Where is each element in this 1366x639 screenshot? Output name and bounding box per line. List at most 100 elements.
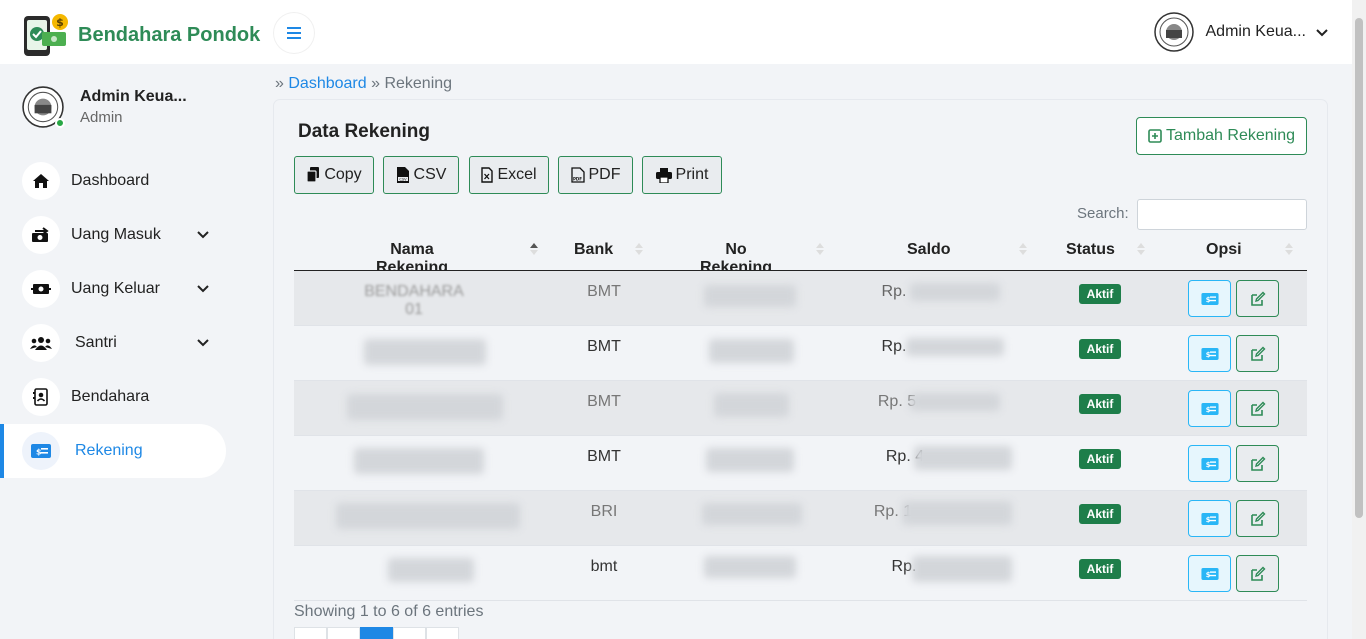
cell-no-rekening-redacted <box>706 448 794 472</box>
svg-text:$: $ <box>1205 571 1210 579</box>
money-out-icon <box>22 270 60 308</box>
page-scrollbar[interactable] <box>1352 0 1366 639</box>
cell-no-rekening-redacted <box>702 503 802 525</box>
chevron-down-icon <box>197 339 209 347</box>
pagination-first[interactable] <box>294 627 327 639</box>
edit-button[interactable] <box>1236 500 1279 537</box>
column-header-bank[interactable]: Bank <box>574 241 613 259</box>
menu-toggle-button[interactable] <box>274 13 314 53</box>
hamburger-icon <box>287 27 301 39</box>
sidebar-item-uang-keluar[interactable]: Uang Keluar <box>0 262 250 316</box>
search-label: Search: <box>1077 205 1129 222</box>
edit-icon <box>1250 346 1265 361</box>
breadcrumb-current: Rekening <box>384 75 453 92</box>
profile-name: Admin Keua... <box>80 88 187 105</box>
csv-label: CSV <box>413 166 447 183</box>
sidebar-item-uang-masuk[interactable]: Uang Masuk <box>0 208 250 262</box>
cell-saldo-redacted <box>914 446 1012 470</box>
svg-text:$: $ <box>1205 296 1210 304</box>
cell-bank: BMT <box>587 448 621 465</box>
cell-no-rekening-redacted <box>704 285 796 307</box>
status-badge: Aktif <box>1079 504 1121 524</box>
pagination-last[interactable] <box>426 627 459 639</box>
detail-button[interactable]: $ <box>1188 445 1231 482</box>
sort-icon <box>1285 243 1293 255</box>
sidebar-item-rekening[interactable]: $ Rekening <box>0 424 226 478</box>
excel-button[interactable]: Excel <box>469 156 549 194</box>
breadcrumb-separator: » <box>275 75 284 92</box>
money-check-icon: $ <box>1200 292 1219 305</box>
sidebar-item-label: Santri <box>75 334 117 351</box>
sidebar-item-santri[interactable]: Santri <box>0 316 250 370</box>
user-name: Admin Keua... <box>1205 23 1307 40</box>
add-rekening-label: Tambah Rekening <box>1166 127 1295 144</box>
svg-text:CSV: CSV <box>399 178 407 182</box>
table-row: bmt Rp. Aktif $ <box>294 546 1307 601</box>
edit-button[interactable] <box>1236 280 1279 317</box>
cell-bank: BMT <box>587 393 621 410</box>
edit-button[interactable] <box>1236 555 1279 592</box>
detail-button[interactable]: $ <box>1188 500 1231 537</box>
breadcrumb-link-dashboard[interactable]: Dashboard <box>288 75 366 92</box>
add-rekening-button[interactable]: Tambah Rekening <box>1136 117 1307 155</box>
sidebar-item-bendahara[interactable]: Bendahara <box>0 370 250 424</box>
column-header-opsi: Opsi <box>1206 241 1242 258</box>
sort-icon <box>1019 243 1027 255</box>
table-header: Nama Rekening Bank No Rekening Saldo Sta… <box>294 231 1307 276</box>
search-input[interactable] <box>1137 199 1307 230</box>
edit-button[interactable] <box>1236 445 1279 482</box>
pdf-button[interactable]: PDF PDF <box>558 156 633 194</box>
column-header-status[interactable]: Status <box>1066 241 1115 259</box>
pagination-page-current[interactable] <box>360 627 393 639</box>
detail-button[interactable]: $ <box>1188 555 1231 592</box>
chevron-down-icon <box>1316 29 1328 37</box>
breadcrumb-separator: » <box>371 75 380 92</box>
avatar <box>22 86 65 128</box>
sidebar-item-dashboard[interactable]: Dashboard <box>0 154 250 208</box>
money-check-icon: $ <box>1200 457 1219 470</box>
detail-button[interactable]: $ <box>1188 335 1231 372</box>
print-label: Print <box>675 166 709 183</box>
edit-button[interactable] <box>1236 335 1279 372</box>
edit-icon <box>1250 401 1265 416</box>
edit-button[interactable] <box>1236 390 1279 427</box>
table-row: BMT Rp. 5 Aktif $ <box>294 381 1307 436</box>
cell-nama-rekening-redacted <box>364 339 486 365</box>
copy-label: Copy <box>324 166 362 183</box>
plus-square-icon <box>1148 129 1162 143</box>
cell-nama-rekening-redacted <box>347 394 503 420</box>
money-in-icon <box>22 216 60 254</box>
user-menu[interactable]: Admin Keua... <box>1153 12 1329 52</box>
svg-text:$: $ <box>1205 406 1210 414</box>
pagination-next[interactable] <box>393 627 426 639</box>
users-icon <box>22 324 60 362</box>
detail-button[interactable]: $ <box>1188 280 1231 317</box>
breadcrumb: » Dashboard » Rekening <box>275 75 452 93</box>
pagination-previous[interactable] <box>327 627 360 639</box>
sidebar-nav: Dashboard Uang Masuk Uang Keluar Santri <box>0 154 250 478</box>
status-badge: Aktif <box>1079 284 1121 304</box>
cell-bank: BRI <box>590 503 618 520</box>
column-header-saldo[interactable]: Saldo <box>907 241 951 259</box>
page-title: Data Rekening <box>298 121 430 142</box>
brand[interactable]: $ Bendahara Pondok <box>22 12 260 58</box>
csv-button[interactable]: CSV CSV <box>383 156 459 194</box>
sort-icon <box>635 243 643 255</box>
copy-button[interactable]: Copy <box>294 156 374 194</box>
money-check-icon: $ <box>1200 512 1219 525</box>
table-row: BMT Rp. Aktif $ <box>294 326 1307 381</box>
cell-saldo-redacted <box>906 338 1004 356</box>
sidebar-item-label: Dashboard <box>71 172 150 189</box>
svg-text:$: $ <box>1205 461 1210 469</box>
status-badge: Aktif <box>1079 449 1121 469</box>
online-indicator <box>55 118 65 128</box>
print-button[interactable]: Print <box>642 156 722 194</box>
cell-saldo-redacted <box>910 283 1000 301</box>
scrollbar-thumb[interactable] <box>1355 18 1363 518</box>
excel-file-icon <box>481 167 494 183</box>
cell-saldo-redacted <box>912 556 1012 582</box>
excel-label: Excel <box>497 166 537 183</box>
printer-icon <box>655 167 672 183</box>
status-badge: Aktif <box>1079 394 1121 414</box>
detail-button[interactable]: $ <box>1188 390 1231 427</box>
